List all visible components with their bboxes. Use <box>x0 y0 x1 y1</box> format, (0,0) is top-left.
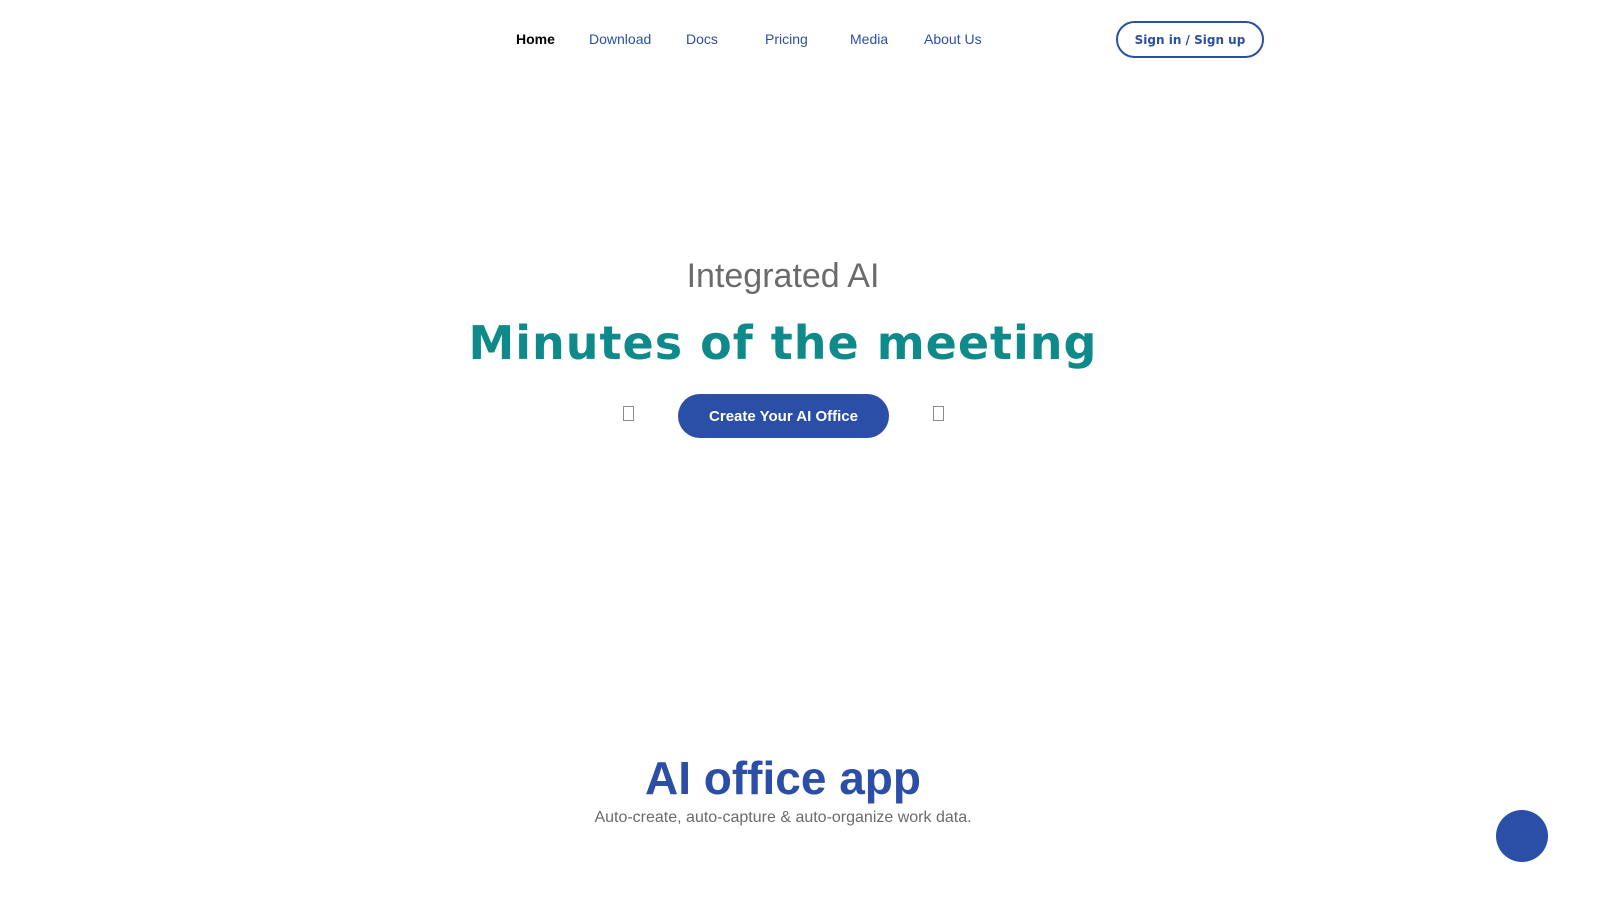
nav-home-link[interactable]: Home <box>516 31 555 47</box>
missing-glyph-icon <box>933 406 944 421</box>
nav-media-link[interactable]: Media <box>850 31 888 47</box>
nav-pricing-link[interactable]: Pricing <box>765 31 808 47</box>
chat-bubble-icon[interactable] <box>1496 810 1548 862</box>
section-subtitle: Auto-create, auto-capture & auto-organiz… <box>594 809 972 826</box>
missing-glyph-icon <box>623 406 634 421</box>
nav-download-link[interactable]: Download <box>589 31 651 47</box>
landing-page: Home Download Docs Pricing Media About U… <box>0 0 1600 900</box>
nav-about-us-link[interactable]: About Us <box>924 31 982 47</box>
hero-eyebrow: Integrated AI <box>686 257 880 295</box>
hero-title: Minutes of the meeting <box>468 316 1098 370</box>
create-ai-office-button[interactable]: Create Your AI Office <box>678 394 889 438</box>
nav-docs-link[interactable]: Docs <box>686 31 718 47</box>
sign-in-sign-up-button[interactable]: Sign in / Sign up <box>1116 21 1264 58</box>
section-title: AI office app <box>644 752 922 804</box>
